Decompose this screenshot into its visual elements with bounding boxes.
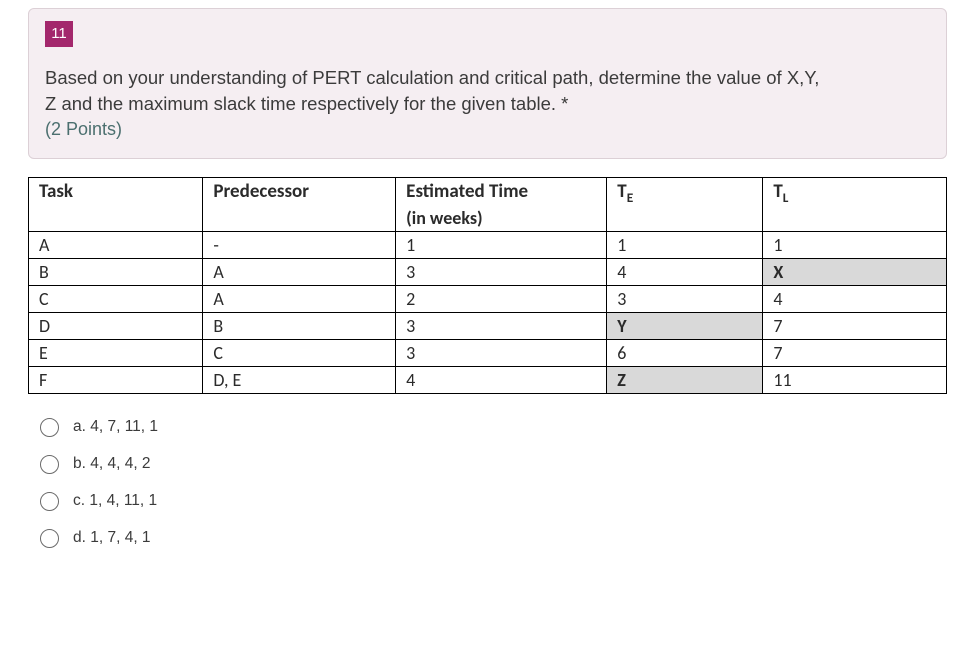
cell-te: 6	[607, 339, 763, 366]
cell-time: 2	[396, 285, 607, 312]
cell-task: A	[29, 231, 203, 258]
cell-predecessor: A	[203, 258, 396, 285]
required-mark: *	[561, 93, 568, 114]
cell-te: 3	[607, 285, 763, 312]
cell-task: E	[29, 339, 203, 366]
col-predecessor: Predecessor	[203, 177, 396, 231]
cell-tl: 4	[763, 285, 947, 312]
answer-label: b. 4, 4, 4, 2	[73, 455, 151, 473]
radio-a[interactable]	[40, 418, 59, 437]
question-points: (2 Points)	[45, 119, 930, 140]
cell-tl: X	[763, 258, 947, 285]
radio-b[interactable]	[40, 455, 59, 474]
cell-tl: 7	[763, 312, 947, 339]
pert-table-body: A-111BA34XCA234DB3Y7EC367FD, E4Z11	[29, 231, 947, 393]
question-card: 11 Based on your understanding of PERT c…	[28, 8, 947, 159]
col-task: Task	[29, 177, 203, 231]
cell-task: B	[29, 258, 203, 285]
answer-option-b[interactable]: b. 4, 4, 4, 2	[40, 455, 975, 474]
cell-te: Y	[607, 312, 763, 339]
cell-task: C	[29, 285, 203, 312]
cell-time: 3	[396, 312, 607, 339]
cell-predecessor: D, E	[203, 366, 396, 393]
table-row: EC367	[29, 339, 947, 366]
question-number-badge: 11	[45, 21, 73, 47]
cell-time: 3	[396, 258, 607, 285]
answer-label: a. 4, 7, 11, 1	[73, 418, 158, 436]
cell-te: Z	[607, 366, 763, 393]
cell-time: 3	[396, 339, 607, 366]
radio-c[interactable]	[40, 492, 59, 511]
table-row: CA234	[29, 285, 947, 312]
cell-tl: 1	[763, 231, 947, 258]
answer-label: c. 1, 4, 11, 1	[73, 492, 157, 510]
col-te: TE	[607, 177, 763, 231]
table-header-row: Task Predecessor Estimated Time TE TL	[29, 177, 947, 205]
answer-option-c[interactable]: c. 1, 4, 11, 1	[40, 492, 975, 511]
table-row: A-111	[29, 231, 947, 258]
te-sub: E	[627, 189, 634, 206]
tl-sub: L	[783, 189, 789, 206]
answer-option-d[interactable]: d. 1, 7, 4, 1	[40, 529, 975, 548]
answer-option-a[interactable]: a. 4, 7, 11, 1	[40, 418, 975, 437]
question-prompt-line1: Based on your understanding of PERT calc…	[45, 67, 819, 88]
table-row: FD, E4Z11	[29, 366, 947, 393]
question-prompt: Based on your understanding of PERT calc…	[45, 65, 930, 117]
col-est-time-unit: (in weeks)	[396, 205, 607, 232]
cell-predecessor: -	[203, 231, 396, 258]
pert-table-wrapper: Task Predecessor Estimated Time TE TL (i…	[28, 177, 947, 394]
answer-label: d. 1, 7, 4, 1	[73, 529, 151, 547]
answer-options: a. 4, 7, 11, 1 b. 4, 4, 4, 2 c. 1, 4, 11, …	[40, 418, 975, 548]
pert-table: Task Predecessor Estimated Time TE TL (i…	[28, 177, 947, 394]
cell-task: F	[29, 366, 203, 393]
question-prompt-line2: Z and the maximum slack time respectivel…	[45, 93, 561, 114]
cell-tl: 7	[763, 339, 947, 366]
cell-tl: 11	[763, 366, 947, 393]
cell-time: 1	[396, 231, 607, 258]
col-tl: TL	[763, 177, 947, 231]
radio-d[interactable]	[40, 529, 59, 548]
col-est-time: Estimated Time	[396, 177, 607, 205]
cell-te: 4	[607, 258, 763, 285]
cell-predecessor: C	[203, 339, 396, 366]
cell-predecessor: B	[203, 312, 396, 339]
cell-predecessor: A	[203, 285, 396, 312]
cell-te: 1	[607, 231, 763, 258]
cell-task: D	[29, 312, 203, 339]
tl-label: T	[773, 180, 782, 203]
table-row: BA34X	[29, 258, 947, 285]
cell-time: 4	[396, 366, 607, 393]
table-row: DB3Y7	[29, 312, 947, 339]
te-label: T	[617, 180, 626, 203]
